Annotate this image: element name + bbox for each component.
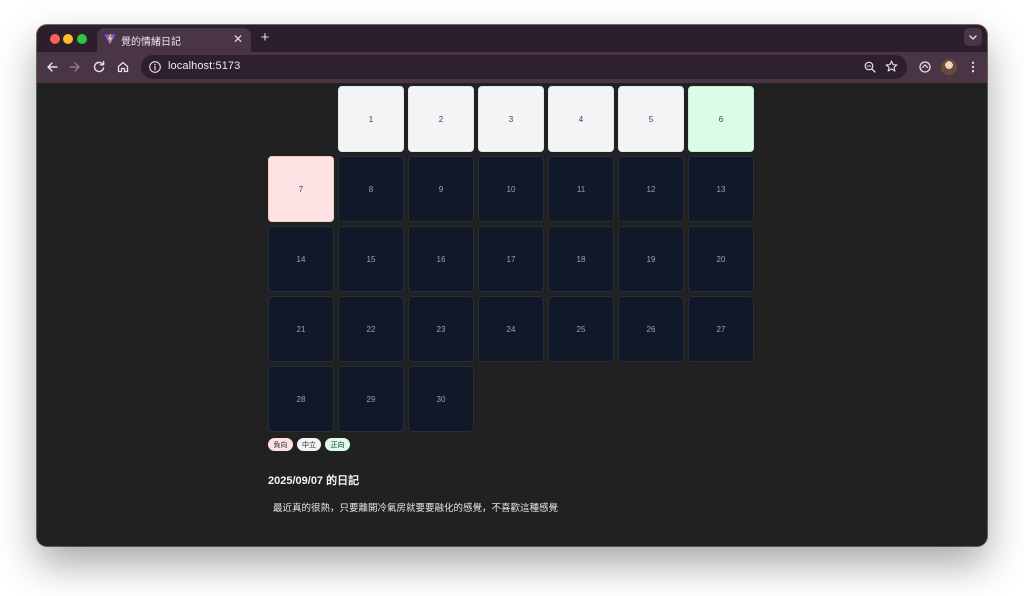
calendar-day-18[interactable]: 18 bbox=[548, 226, 614, 292]
diary-content: 最近真的很熱，只要離開冷氣房就要要融化的感覺，不喜歡這種感覺 bbox=[273, 503, 559, 514]
calendar-day-11[interactable]: 11 bbox=[548, 156, 614, 222]
calendar-day-14[interactable]: 14 bbox=[268, 226, 334, 292]
calendar-day-24[interactable]: 24 bbox=[478, 296, 544, 362]
browser-tab[interactable]: 覺的情緒日記 ✕ bbox=[97, 28, 251, 52]
calendar-day-23[interactable]: 23 bbox=[408, 296, 474, 362]
calendar-day-7[interactable]: 7 bbox=[268, 156, 334, 222]
zoom-icon[interactable] bbox=[863, 60, 877, 74]
tab-close-icon[interactable]: ✕ bbox=[231, 32, 245, 46]
reload-icon[interactable] bbox=[91, 59, 107, 75]
calendar-day-19[interactable]: 19 bbox=[618, 226, 684, 292]
calendar-day-4[interactable]: 4 bbox=[548, 86, 614, 152]
calendar-day-29[interactable]: 29 bbox=[338, 366, 404, 432]
calendar-day-9[interactable]: 9 bbox=[408, 156, 474, 222]
calendar-day-12[interactable]: 12 bbox=[618, 156, 684, 222]
calendar-day-10[interactable]: 10 bbox=[478, 156, 544, 222]
calendar-day-5[interactable]: 5 bbox=[618, 86, 684, 152]
browser-window: 覺的情緒日記 ✕ + localhost:5173 1 2 3 4 5 6 7 … bbox=[37, 25, 987, 546]
site-info-icon[interactable] bbox=[148, 60, 162, 74]
calendar-day-17[interactable]: 17 bbox=[478, 226, 544, 292]
tab-bar: 覺的情緒日記 ✕ + bbox=[37, 25, 987, 52]
extensions-icon[interactable] bbox=[917, 59, 933, 75]
calendar-day-27[interactable]: 27 bbox=[688, 296, 754, 362]
calendar-day-16[interactable]: 16 bbox=[408, 226, 474, 292]
chevron-down-icon bbox=[969, 35, 977, 40]
legend-positive: 正向 bbox=[325, 438, 350, 451]
legend-negative: 負向 bbox=[268, 438, 293, 451]
calendar-day-2[interactable]: 2 bbox=[408, 86, 474, 152]
calendar-day-25[interactable]: 25 bbox=[548, 296, 614, 362]
forward-arrow-icon[interactable] bbox=[67, 59, 83, 75]
calendar-day-3[interactable]: 3 bbox=[478, 86, 544, 152]
tab-title: 覺的情緒日記 bbox=[121, 37, 181, 48]
back-arrow-icon[interactable] bbox=[44, 59, 60, 75]
calendar-day-13[interactable]: 13 bbox=[688, 156, 754, 222]
calendar-day-28[interactable]: 28 bbox=[268, 366, 334, 432]
maximize-window-button[interactable] bbox=[77, 33, 87, 44]
calendar-day-6[interactable]: 6 bbox=[688, 86, 754, 152]
bookmark-star-icon[interactable] bbox=[884, 59, 899, 74]
calendar-day-1[interactable]: 1 bbox=[338, 86, 404, 152]
tab-search-button[interactable] bbox=[964, 28, 982, 46]
profile-avatar[interactable] bbox=[941, 59, 957, 75]
calendar-day-22[interactable]: 22 bbox=[338, 296, 404, 362]
browser-toolbar: localhost:5173 bbox=[37, 52, 987, 83]
home-icon[interactable] bbox=[115, 59, 131, 75]
calendar-day-15[interactable]: 15 bbox=[338, 226, 404, 292]
calendar-day-8[interactable]: 8 bbox=[338, 156, 404, 222]
new-tab-button[interactable]: + bbox=[257, 29, 273, 47]
calendar-day-26[interactable]: 26 bbox=[618, 296, 684, 362]
close-window-button[interactable] bbox=[50, 33, 60, 44]
url-text: localhost:5173 bbox=[168, 60, 241, 72]
address-bar[interactable]: localhost:5173 bbox=[141, 55, 907, 79]
vite-logo-icon bbox=[104, 33, 116, 45]
diary-title: 2025/09/07 的日記 bbox=[268, 475, 360, 487]
minimize-window-button[interactable] bbox=[63, 33, 73, 44]
more-menu-icon[interactable] bbox=[965, 59, 981, 75]
page-content: 1 2 3 4 5 6 7 8 9 10 11 12 13 14 15 16 17 18 19 20 21 22 23 24 2… bbox=[37, 83, 987, 546]
calendar-day-20[interactable]: 20 bbox=[688, 226, 754, 292]
legend-neutral: 中立 bbox=[297, 438, 321, 451]
calendar-day-21[interactable]: 21 bbox=[268, 296, 334, 362]
calendar-day-30[interactable]: 30 bbox=[408, 366, 474, 432]
